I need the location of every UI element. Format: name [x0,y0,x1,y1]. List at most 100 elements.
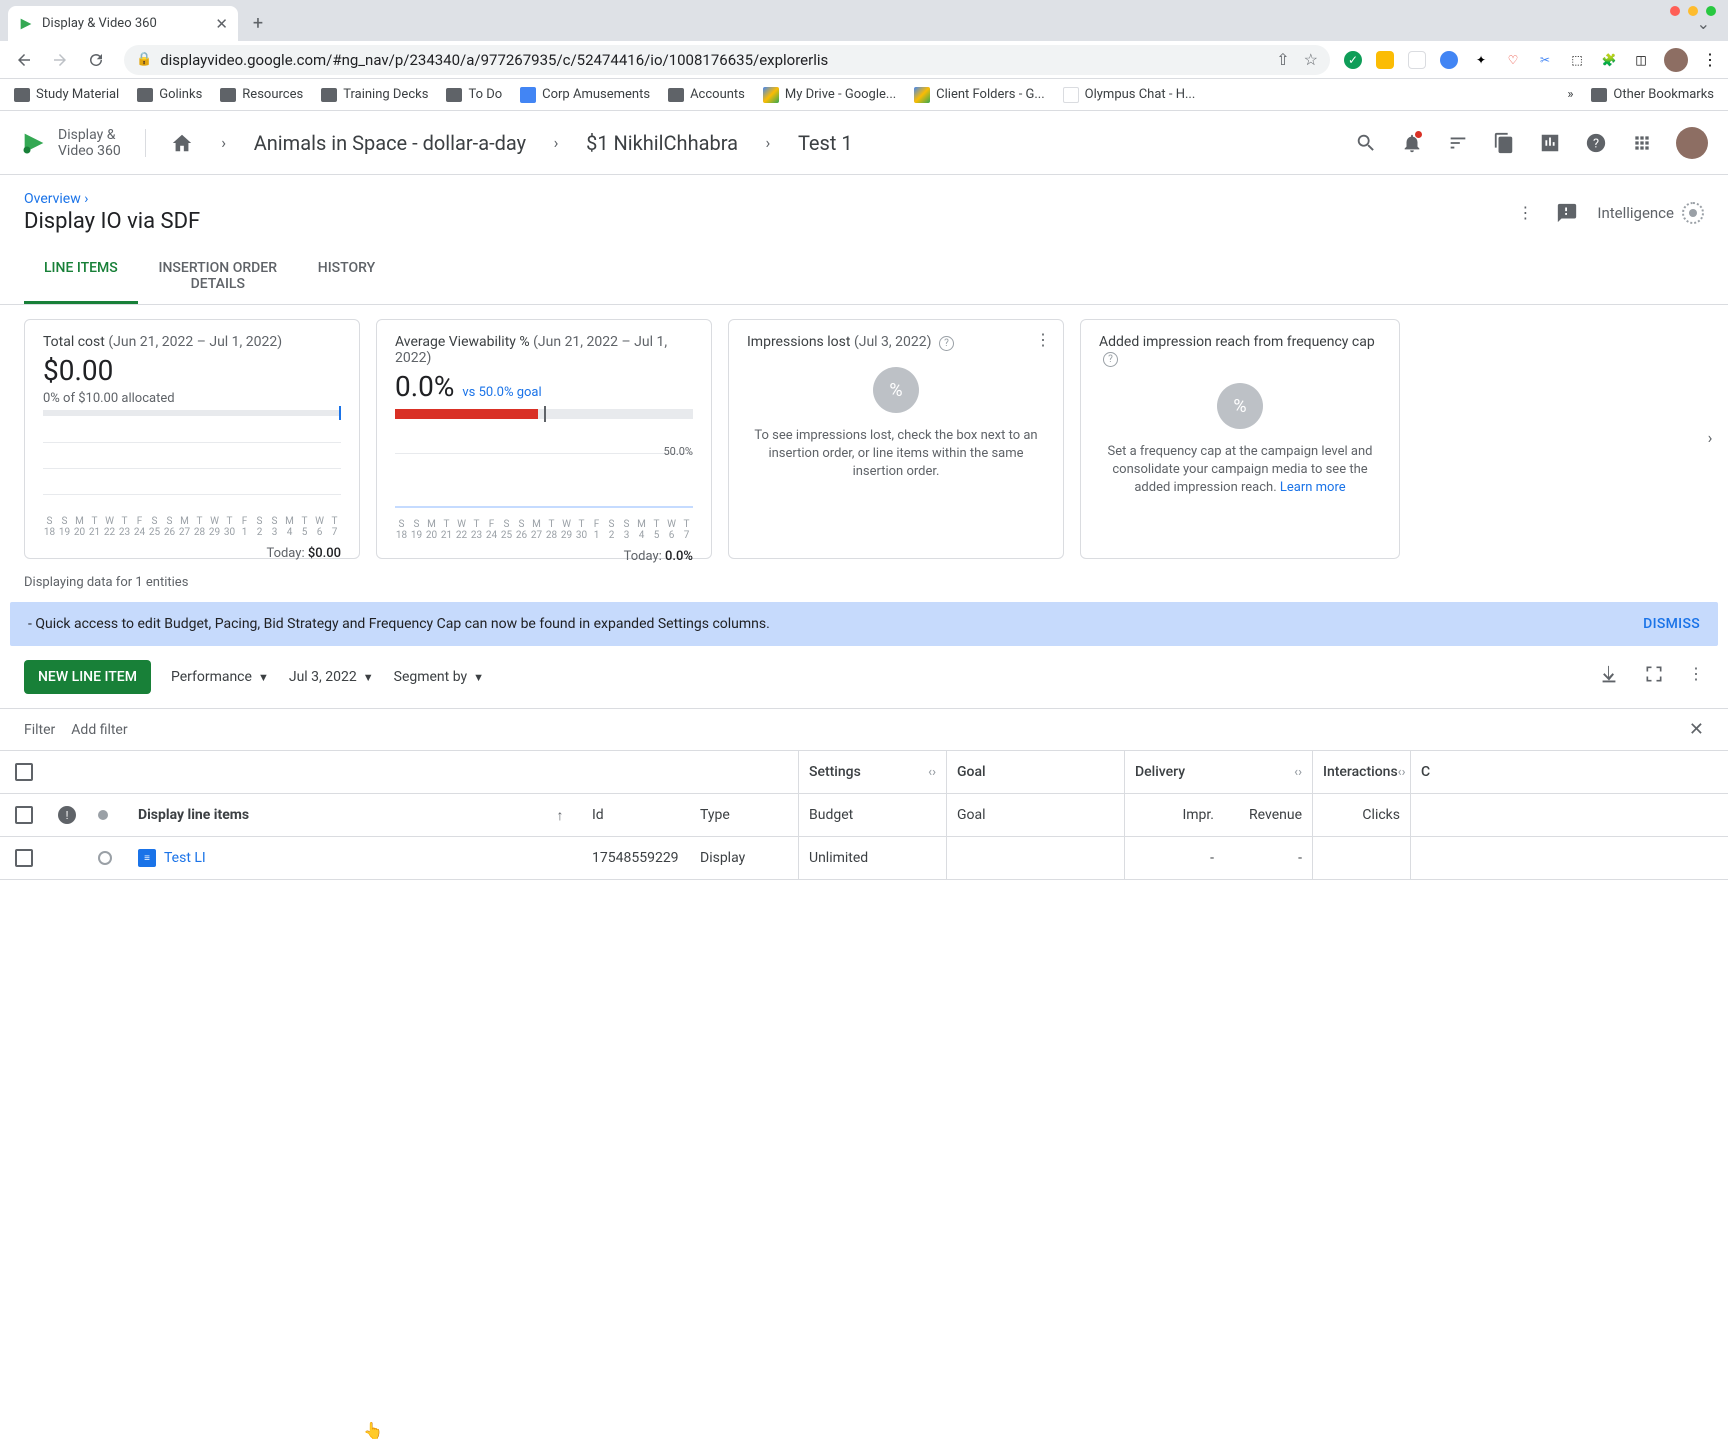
tab-list-dropdown-icon[interactable]: ⌄ [1697,14,1710,33]
ext-icon-1[interactable]: ✓ [1344,51,1362,69]
section-last[interactable]: C [1410,751,1468,793]
search-icon[interactable] [1354,131,1378,155]
tab-history[interactable]: HISTORY [298,248,395,304]
fullscreen-icon[interactable] [1644,664,1664,690]
browser-tab-active[interactable]: Display & Video 360 ✕ [8,6,238,41]
tab-line-items[interactable]: LINE ITEMS [24,248,138,304]
download-icon[interactable] [1598,664,1620,690]
col-id[interactable]: Id [582,794,690,836]
forward-button[interactable] [46,46,74,74]
chrome-menu-icon[interactable]: ⋮ [1702,50,1718,69]
breadcrumb-io[interactable]: Test 1 [798,131,853,155]
bookmarks-overflow[interactable]: » [1567,87,1573,102]
table-menu-icon[interactable]: ⋮ [1688,664,1704,690]
bookmark-star-icon[interactable]: ☆ [1304,50,1318,69]
overview-link[interactable]: Overview › [24,191,200,207]
back-button[interactable] [10,46,38,74]
sidepanel-icon[interactable]: ◫ [1632,51,1650,69]
date-dropdown[interactable]: Jul 3, 2022▼ [289,669,374,685]
ext-icon-5[interactable]: ✦ [1472,51,1490,69]
section-goal[interactable]: Goal [946,751,1124,793]
col-name[interactable]: Display line items [128,794,538,836]
expand-icon[interactable]: ‹› [1398,765,1406,780]
page-menu-icon[interactable]: ⋮ [1513,201,1537,225]
reload-button[interactable] [82,46,110,74]
extensions-puzzle-icon[interactable]: 🧩 [1600,51,1618,69]
ext-icon-7[interactable]: ✂ [1536,51,1554,69]
product-logo[interactable]: Display &Video 360 [20,127,121,159]
other-bookmarks[interactable]: Other Bookmarks [1591,87,1714,102]
add-filter-button[interactable]: Add filter [71,722,127,738]
bookmark-resources[interactable]: Resources [220,87,303,102]
card-menu-icon[interactable]: ⋮ [1035,330,1051,349]
sort-arrow-icon[interactable]: ↑ [538,794,582,836]
info-icon[interactable]: ? [1103,352,1118,367]
bookmark-mydrive[interactable]: My Drive - Google... [763,87,896,103]
bookmark-olympus-chat[interactable]: Olympus Chat - H... [1063,87,1196,103]
address-bar[interactable]: 🔒 displayvideo.google.com/#ng_nav/p/2343… [124,45,1330,75]
profile-avatar[interactable] [1664,48,1688,72]
copy-icon[interactable] [1492,131,1516,155]
info-icon[interactable]: ? [939,336,954,351]
close-tab-icon[interactable]: ✕ [215,15,228,33]
apps-grid-icon[interactable] [1630,131,1654,155]
notifications-icon[interactable] [1400,131,1424,155]
line-item-name-cell[interactable]: ≡Test LI [128,837,538,879]
bookmark-training-decks[interactable]: Training Decks [321,87,428,102]
section-settings[interactable]: Settings‹› [798,751,946,793]
chevron-down-icon: ▼ [363,671,374,684]
card-frequency-cap: Added impression reach from frequency ca… [1080,319,1400,559]
new-tab-button[interactable]: + [244,9,272,37]
segment-dropdown[interactable]: Segment by▼ [394,669,484,685]
table-row[interactable]: ≡Test LI 17548559229 Display Unlimited -… [0,837,1728,880]
line-item-budget: Unlimited [798,837,946,879]
frequency-cap-message: Set a frequency cap at the campaign leve… [1099,443,1381,498]
expand-icon[interactable]: ‹› [928,765,936,780]
row-checkbox[interactable] [15,849,33,867]
bookmark-todo[interactable]: To Do [446,87,502,102]
home-icon[interactable] [170,132,194,154]
breadcrumb-campaign[interactable]: $1 NikhilChhabra [586,131,738,155]
cards-scroll-next-icon[interactable]: › [1698,425,1722,449]
ext-icon-3[interactable] [1408,51,1426,69]
install-app-icon[interactable]: ⇧ [1276,50,1289,69]
account-tree-icon[interactable] [1446,131,1470,155]
ext-icon-8[interactable]: ⬚ [1568,51,1586,69]
col-type[interactable]: Type [690,794,798,836]
bookmark-golinks[interactable]: Golinks [137,87,202,102]
tab-io-details[interactable]: INSERTION ORDER DETAILS [138,248,298,304]
col-clicks[interactable]: Clicks [1312,794,1410,836]
expand-icon[interactable]: ‹› [1294,765,1302,780]
close-filter-icon[interactable]: ✕ [1689,719,1704,740]
insights-icon[interactable] [1538,131,1562,155]
col-impr[interactable]: Impr. [1124,794,1224,836]
tab-title: Display & Video 360 [42,16,157,31]
product-name: Display &Video 360 [58,127,121,159]
ext-icon-2[interactable] [1376,51,1394,69]
allocation-text: 0% of $10.00 allocated [43,391,341,406]
dismiss-banner-button[interactable]: DISMISS [1643,616,1700,632]
select-all-checkbox[interactable] [15,763,33,781]
bookmark-accounts[interactable]: Accounts [668,87,745,102]
entities-count-note: Displaying data for 1 entities [0,569,1728,602]
help-icon[interactable]: ? [1584,131,1608,155]
col-revenue[interactable]: Revenue [1224,794,1312,836]
section-delivery[interactable]: Delivery‹› [1124,751,1312,793]
user-avatar[interactable] [1676,127,1708,159]
col-budget[interactable]: Budget [798,794,946,836]
breadcrumb-advertiser[interactable]: Animals in Space - dollar-a-day [254,131,526,155]
bookmark-corp-amusements[interactable]: Corp Amusements [520,87,650,103]
feedback-icon[interactable] [1555,201,1579,225]
learn-more-link[interactable]: Learn more [1280,480,1346,495]
select-all-checkbox-2[interactable] [15,806,33,824]
bookmark-study-material[interactable]: Study Material [14,87,119,102]
col-goal[interactable]: Goal [946,794,1124,836]
ext-icon-6[interactable]: ♡ [1504,51,1522,69]
chart-day-axis: SSMTWTFSSMTWTFSSMTWT [395,519,693,530]
ext-icon-4[interactable] [1440,51,1458,69]
intelligence-panel-toggle[interactable]: Intelligence [1597,202,1704,224]
section-interactions[interactable]: Interactions‹› [1312,751,1410,793]
new-line-item-button[interactable]: NEW LINE ITEM [24,660,151,694]
performance-dropdown[interactable]: Performance▼ [171,669,269,685]
bookmark-client-folders[interactable]: Client Folders - G... [914,87,1044,103]
